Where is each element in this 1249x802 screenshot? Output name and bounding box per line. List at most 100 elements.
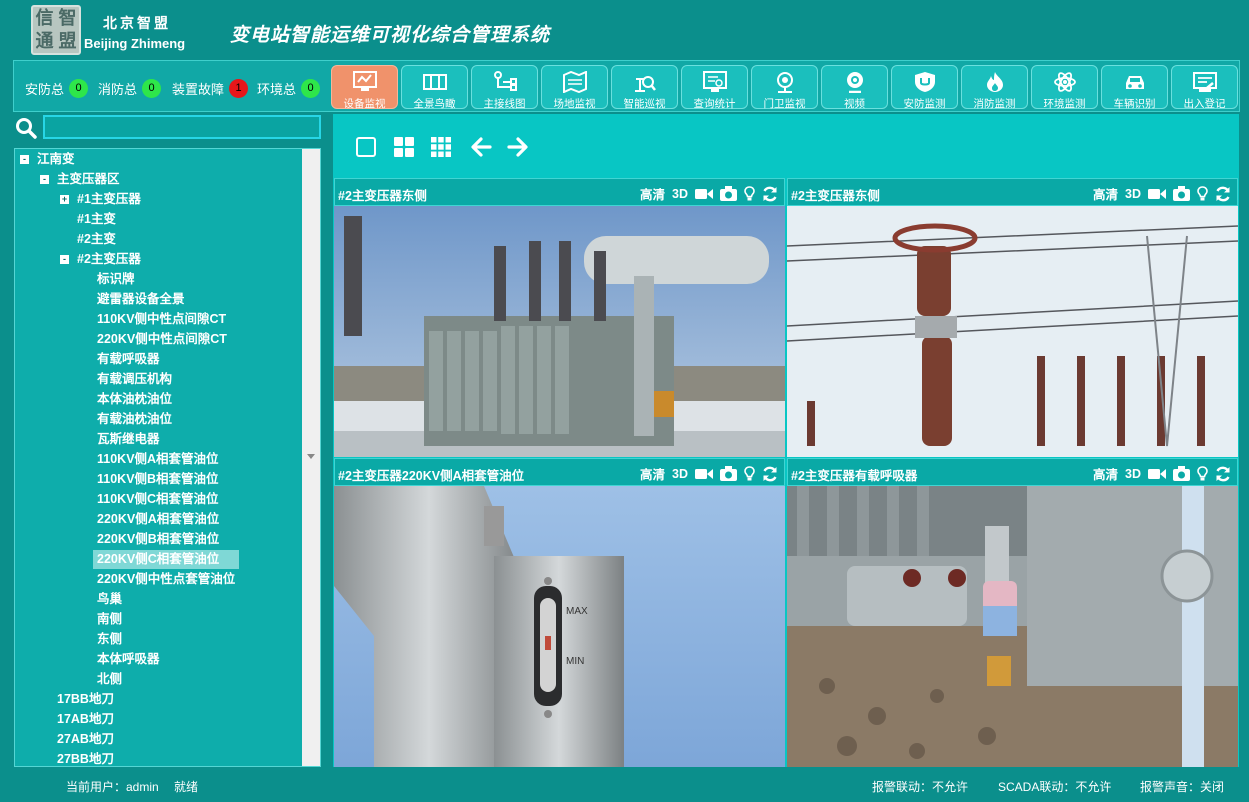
tree-node[interactable]: 本体油枕油位 (97, 390, 172, 409)
scroll-down-arrow-icon[interactable] (307, 454, 315, 459)
tree-node-label: 220KV侧中性点套管油位 (97, 572, 236, 586)
transformer-east-photo (334, 206, 785, 457)
status-device-fault[interactable]: 装置故障 1 (172, 79, 249, 98)
camera-tools: 高清 3D (1093, 464, 1231, 483)
tree-node[interactable]: 有载油枕油位 (97, 410, 172, 429)
refresh-icon[interactable] (1215, 466, 1231, 482)
module-vehicle-recognition-button[interactable]: 车辆识别 (1101, 65, 1168, 110)
light-bulb-icon[interactable] (744, 186, 755, 201)
tree-node[interactable]: 220KV侧中性点套管油位 (97, 570, 235, 589)
module-entry-register-button[interactable]: 出入登记 (1171, 65, 1238, 110)
module-panorama-button[interactable]: 全景鸟瞰 (401, 65, 468, 110)
3d-toggle[interactable]: 3D (1125, 187, 1141, 201)
arrow-left-icon[interactable] (470, 136, 492, 158)
collapse-icon[interactable]: - (60, 255, 69, 264)
light-bulb-icon[interactable] (1197, 466, 1208, 481)
3d-toggle[interactable]: 3D (1125, 467, 1141, 481)
tree-scrollbar[interactable] (302, 149, 320, 766)
tree-node[interactable]: 江南变 (37, 150, 75, 169)
camera-snapshot-icon[interactable] (1173, 466, 1190, 481)
module-environment-monitor-button[interactable]: 环境监测 (1031, 65, 1098, 110)
tree-node[interactable]: 220KV侧C相套管油位 (93, 550, 240, 569)
expand-icon[interactable]: + (60, 195, 69, 204)
refresh-icon[interactable] (762, 466, 778, 482)
company-name-cn: 北京智盟 (103, 16, 171, 32)
tree-node[interactable]: 220KV侧中性点间隙CT (97, 330, 227, 349)
camera-snapshot-icon[interactable] (1173, 186, 1190, 201)
status-fire[interactable]: 消防总 0 (98, 79, 162, 98)
refresh-icon[interactable] (762, 186, 778, 202)
tree-node[interactable]: 220KV侧B相套管油位 (97, 530, 219, 549)
tree-node[interactable]: 27BB地刀 (57, 750, 114, 766)
quality-toggle[interactable]: 高清 (1093, 464, 1118, 483)
atom-icon (1054, 72, 1076, 92)
tree-node-label: 27AB地刀 (57, 732, 114, 746)
collapse-icon[interactable]: - (40, 175, 49, 184)
module-security-monitor-button[interactable]: 安防监测 (891, 65, 958, 110)
camera-view-4[interactable]: #2主变压器有载呼吸器 高清 3D (787, 458, 1238, 767)
refresh-icon[interactable] (1215, 186, 1231, 202)
camera-view-3[interactable]: #2主变压器220KV侧A相套管油位 高清 3D MAX MIN (334, 458, 785, 767)
tree-node[interactable]: 鸟巢 (97, 590, 122, 609)
tree-node[interactable]: 17BB地刀 (57, 690, 114, 709)
status-security[interactable]: 安防总 0 (25, 79, 89, 98)
module-label: 全景鸟瞰 (413, 98, 456, 110)
tree-node[interactable]: 17AB地刀 (57, 710, 114, 729)
tree-search-input[interactable] (43, 115, 321, 139)
quality-toggle[interactable]: 高清 (640, 184, 665, 203)
module-video-button[interactable]: 视频 (821, 65, 888, 110)
module-gate-monitor-button[interactable]: 门卫监视 (751, 65, 818, 110)
tree-node[interactable]: #2主变 (77, 230, 116, 249)
camera-snapshot-icon[interactable] (720, 186, 737, 201)
tree-node[interactable]: 主变压器区 (57, 170, 120, 189)
status-environment[interactable]: 环境总 0 (257, 79, 321, 98)
3d-toggle[interactable]: 3D (672, 467, 688, 481)
video-record-icon[interactable] (695, 467, 713, 481)
module-smart-patrol-button[interactable]: 智能巡视 (611, 65, 678, 110)
tree-node[interactable]: 瓦斯继电器 (97, 430, 160, 449)
single-view-icon[interactable] (355, 136, 377, 158)
tree-node[interactable]: 27AB地刀 (57, 730, 114, 749)
module-label: 车辆识别 (1113, 98, 1156, 110)
quality-toggle[interactable]: 高清 (640, 464, 665, 483)
tree-node[interactable]: #1主变压器 (77, 190, 141, 209)
shield-icon (915, 72, 935, 92)
tree-node[interactable]: #2主变压器 (77, 250, 141, 269)
tree-node[interactable]: 220KV侧A相套管油位 (97, 510, 219, 529)
video-record-icon[interactable] (1148, 187, 1166, 201)
module-query-stats-button[interactable]: 查询统计 (681, 65, 748, 110)
tree-node[interactable]: 南侧 (97, 610, 122, 629)
arrow-right-icon[interactable] (507, 136, 529, 158)
tree-node[interactable]: 东侧 (97, 630, 122, 649)
quality-toggle[interactable]: 高清 (1093, 184, 1118, 203)
camera-snapshot-icon[interactable] (720, 466, 737, 481)
tree-node-label: 220KV侧B相套管油位 (97, 532, 220, 546)
tree-node[interactable]: #1主变 (77, 210, 116, 229)
video-record-icon[interactable] (695, 187, 713, 201)
quad-view-icon[interactable] (393, 136, 415, 158)
tree-node-label: 有载油枕油位 (97, 412, 173, 426)
module-wiring-diagram-button[interactable]: 主接线图 (471, 65, 538, 110)
tree-node[interactable]: 有载调压机构 (97, 370, 172, 389)
tree-node[interactable]: 110KV侧中性点间隙CT (97, 310, 226, 329)
module-site-monitor-button[interactable]: 场地监视 (541, 65, 608, 110)
tree-node[interactable]: 标识牌 (97, 270, 135, 289)
tree-node[interactable]: 有载呼吸器 (97, 350, 160, 369)
module-fire-monitor-button[interactable]: 消防监测 (961, 65, 1028, 110)
light-bulb-icon[interactable] (744, 466, 755, 481)
camera-view-1[interactable]: #2主变压器东侧 高清 3D (334, 178, 785, 457)
tree-node[interactable]: 110KV侧C相套管油位 (97, 490, 219, 509)
tree-node[interactable]: 本体呼吸器 (97, 650, 160, 669)
3d-toggle[interactable]: 3D (672, 187, 688, 201)
video-record-icon[interactable] (1148, 467, 1166, 481)
module-device-monitor-button[interactable]: 设备监视 (331, 65, 398, 110)
search-icon[interactable] (15, 117, 37, 139)
tree-node[interactable]: 北侧 (97, 670, 122, 689)
tree-node[interactable]: 110KV侧A相套管油位 (97, 450, 219, 469)
tree-node[interactable]: 110KV侧B相套管油位 (97, 470, 219, 489)
collapse-icon[interactable]: - (20, 155, 29, 164)
light-bulb-icon[interactable] (1197, 186, 1208, 201)
nine-grid-view-icon[interactable] (430, 136, 452, 158)
camera-view-2[interactable]: #2主变压器东侧 高清 3D (787, 178, 1238, 457)
tree-node[interactable]: 避雷器设备全景 (97, 290, 185, 309)
